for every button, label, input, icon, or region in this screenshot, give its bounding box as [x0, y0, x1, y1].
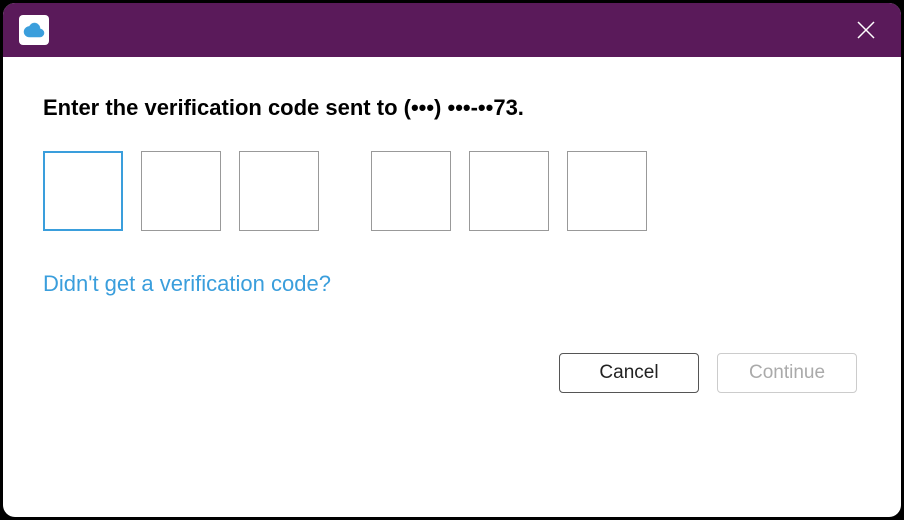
dialog-content: Enter the verification code sent to (•••… [3, 57, 901, 517]
continue-button: Continue [717, 353, 857, 393]
button-row: Cancel Continue [43, 353, 861, 393]
code-digit-1[interactable] [43, 151, 123, 231]
close-icon [857, 21, 875, 39]
code-input-row [43, 151, 861, 231]
verification-dialog: Enter the verification code sent to (•••… [3, 3, 901, 517]
code-digit-6[interactable] [567, 151, 647, 231]
close-button[interactable] [843, 7, 889, 53]
cloud-icon [23, 22, 45, 38]
code-group-1 [43, 151, 319, 231]
code-digit-4[interactable] [371, 151, 451, 231]
app-icon [19, 15, 49, 45]
code-digit-2[interactable] [141, 151, 221, 231]
code-digit-3[interactable] [239, 151, 319, 231]
cancel-button[interactable]: Cancel [559, 353, 699, 393]
verification-heading: Enter the verification code sent to (•••… [43, 95, 861, 121]
resend-code-link[interactable]: Didn't get a verification code? [43, 271, 861, 297]
code-digit-5[interactable] [469, 151, 549, 231]
titlebar [3, 3, 901, 57]
code-group-2 [371, 151, 647, 231]
